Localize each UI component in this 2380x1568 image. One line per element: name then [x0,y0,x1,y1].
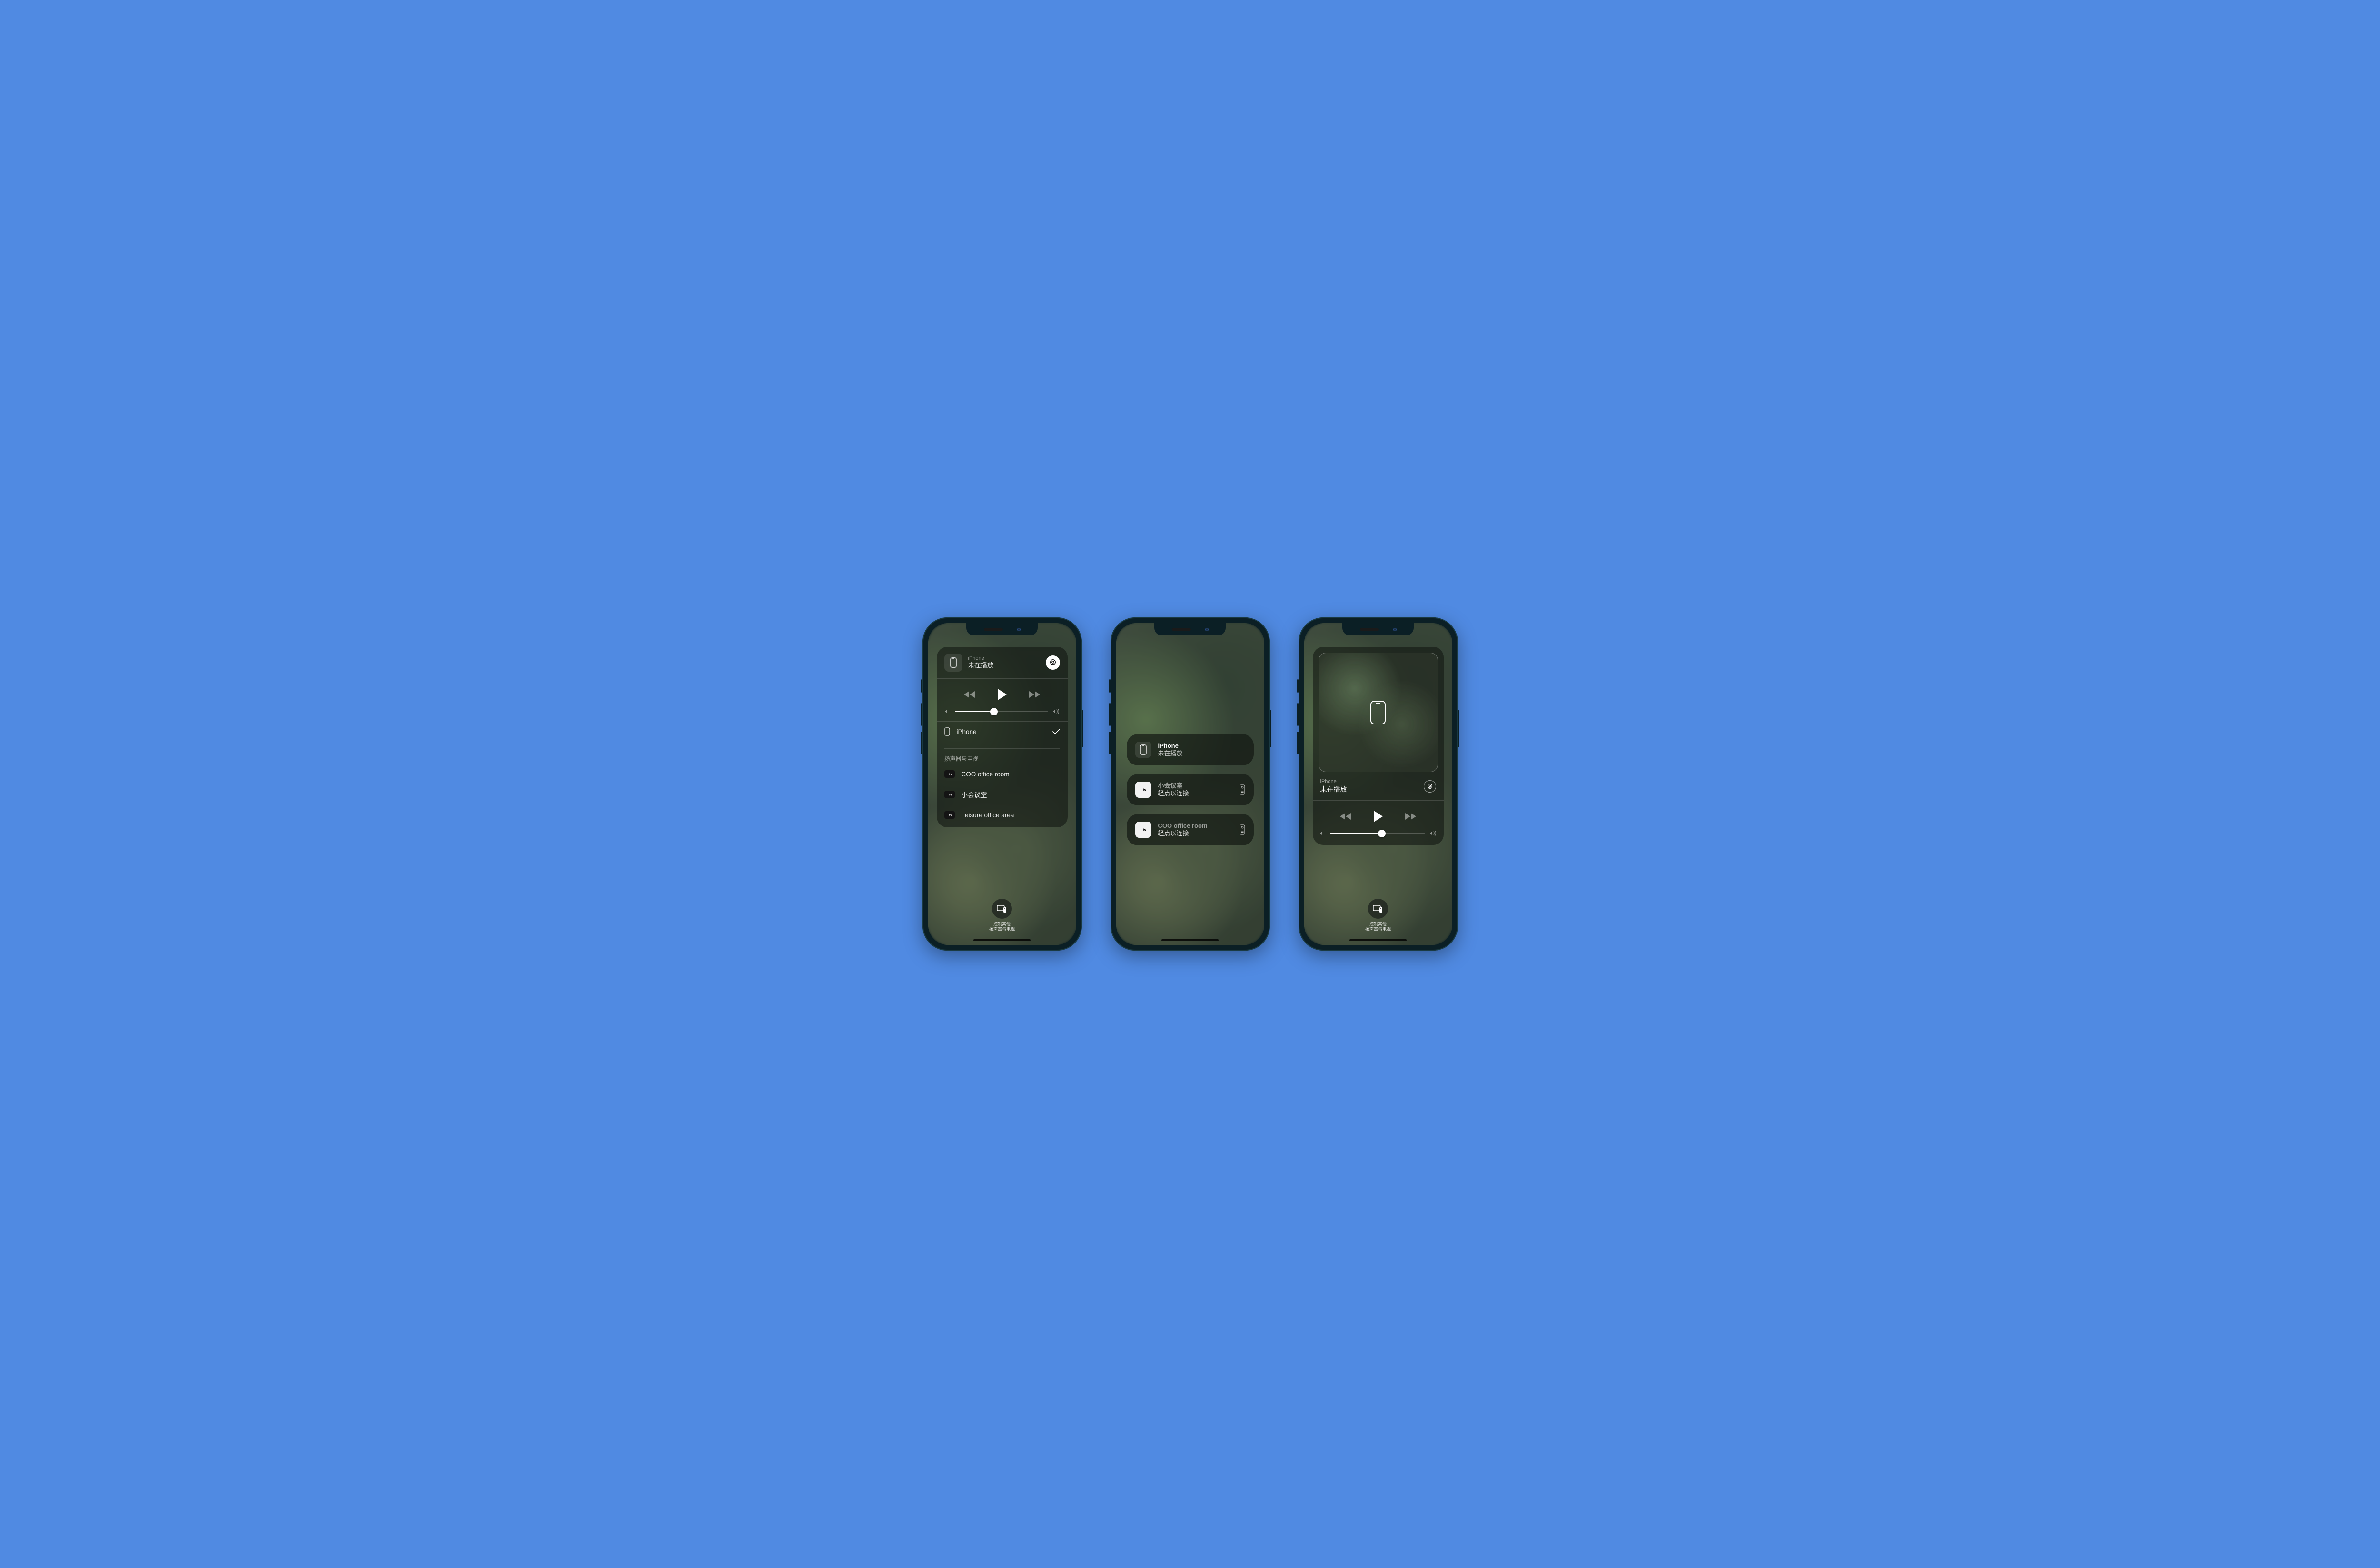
home-indicator[interactable] [1161,939,1219,941]
volume-thumb[interactable] [1378,830,1386,837]
svg-text:tv: tv [949,814,952,817]
svg-text:tv: tv [949,774,952,776]
transport-controls [944,688,1060,701]
forward-button[interactable] [1027,690,1041,699]
play-button[interactable] [1373,810,1383,823]
tile-small-meeting[interactable]: tv 小会议室 轻点以连接 [1127,774,1254,805]
transport-controls [1319,810,1438,823]
airplay-button[interactable] [1424,780,1436,793]
volume-track[interactable] [955,711,1048,712]
airplay-button[interactable] [1046,655,1060,670]
phone-mockup-1: iPhone 未在播放 [922,617,1082,951]
rewind-button[interactable] [963,690,977,699]
now-playing-text: iPhone 未在播放 [968,655,1040,670]
speakers-section-label: 扬声器与电视 [944,749,1060,764]
route-coo-office[interactable]: tv COO office room [944,764,1060,784]
route-label: 小会议室 [962,790,987,799]
control-other-label: 控制其他 扬声器与电视 [1365,922,1391,933]
phone-mockup-3: iPhone 未在播放 [1299,617,1458,951]
forward-button[interactable] [1403,812,1417,821]
control-other-devices[interactable]: 控制其他 扬声器与电视 [937,899,1068,933]
volume-fill [955,711,994,712]
volume-low-icon [1319,830,1326,836]
route-small-meeting[interactable]: tv 小会议室 [944,784,1060,805]
volume-high-icon [1052,708,1060,715]
remote-icon [1240,824,1245,835]
svg-text:tv: tv [949,794,952,797]
iphone-icon [1135,742,1151,758]
iphone-icon [944,654,962,672]
svg-text:tv: tv [1143,828,1147,832]
tile-iphone[interactable]: iPhone 未在播放 [1127,734,1254,765]
volume-slider[interactable] [944,708,1060,715]
tile-coo-office[interactable]: tv COO office room 轻点以连接 [1127,814,1254,845]
appletv-icon: tv [944,811,955,819]
tv-remote-icon [992,899,1012,919]
device-notch [1342,623,1414,635]
route-current-iphone[interactable]: iPhone [944,722,1060,742]
album-art-placeholder [1319,653,1438,772]
tile-text: COO office room 轻点以连接 [1158,822,1233,838]
device-notch [1154,623,1226,635]
phone-mockup-2: iPhone 未在播放 tv 小会议室 轻点以连接 [1111,617,1270,951]
route-label: iPhone [957,728,977,735]
appletv-icon: tv [944,791,955,798]
route-label: COO office room [962,771,1010,778]
route-label: Leisure office area [962,812,1014,819]
appletv-icon: tv [944,770,955,778]
rewind-button[interactable] [1339,812,1353,821]
appletv-icon: tv [1135,782,1151,798]
tile-text: iPhone 未在播放 [1158,742,1245,758]
control-other-label: 控制其他 扬声器与电视 [989,922,1015,933]
route-leisure-area[interactable]: tv Leisure office area [944,805,1060,824]
home-indicator[interactable] [973,939,1031,941]
iphone-icon [944,727,950,736]
iphone-icon [1370,700,1386,725]
appletv-icon: tv [1135,822,1151,838]
volume-slider[interactable] [1319,830,1437,836]
home-indicator[interactable] [1349,939,1407,941]
tv-remote-icon [1368,899,1388,919]
svg-text:tv: tv [1143,788,1147,792]
airplay-panel: iPhone 未在播放 [937,647,1068,827]
play-button[interactable] [997,688,1007,701]
volume-track[interactable] [1330,833,1425,834]
volume-low-icon [944,708,951,715]
tile-text: 小会议室 轻点以连接 [1158,782,1233,798]
now-playing-text: iPhone 未在播放 [1320,779,1419,794]
volume-thumb[interactable] [990,708,998,715]
volume-fill [1330,833,1382,834]
control-other-devices[interactable]: 控制其他 扬声器与电视 [1313,899,1444,933]
now-playing-card: iPhone 未在播放 [1313,647,1444,845]
checkmark-icon [1052,729,1060,734]
device-notch [966,623,1038,635]
remote-icon [1240,784,1245,795]
volume-high-icon [1429,830,1437,836]
